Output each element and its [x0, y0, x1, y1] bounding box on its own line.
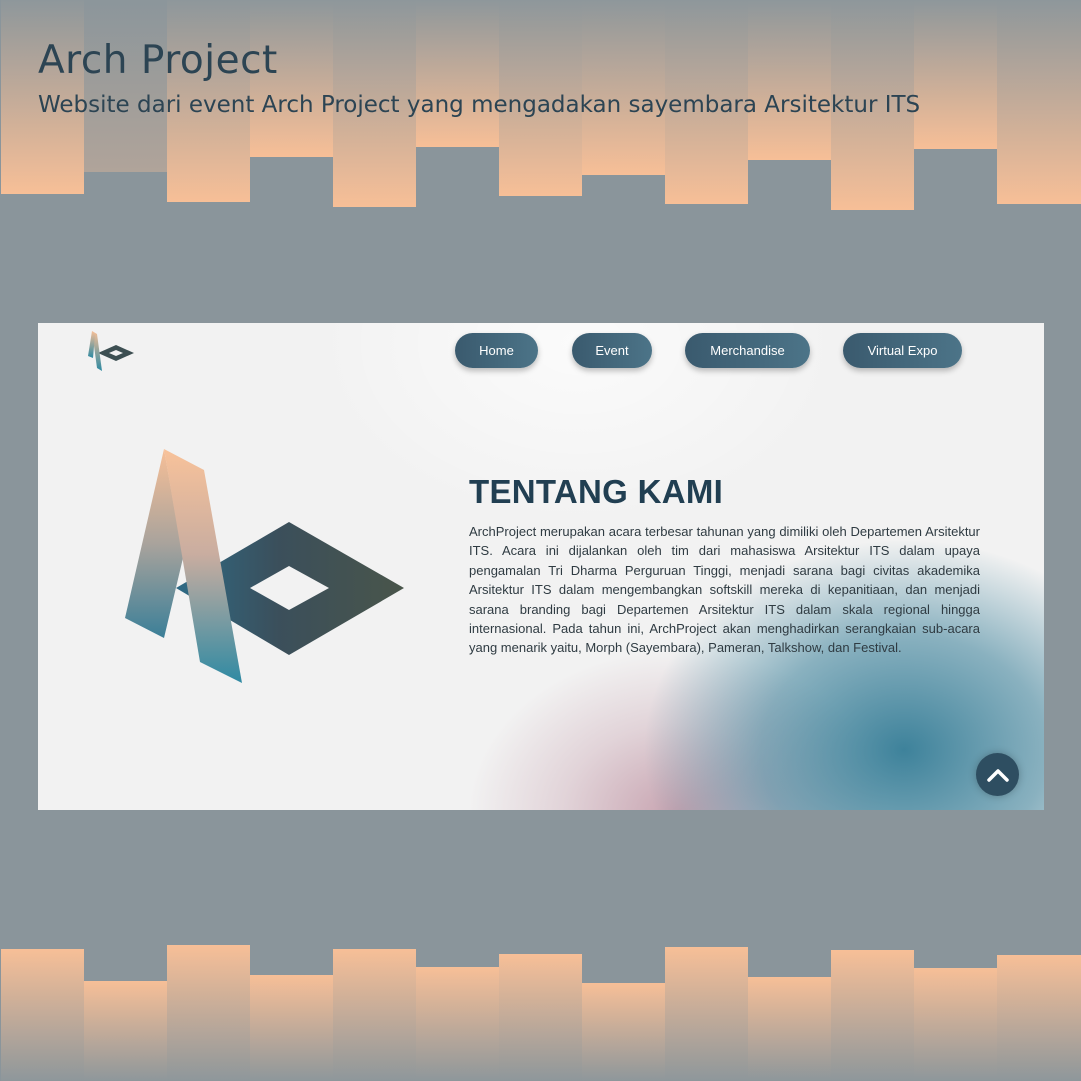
decor-bar	[582, 0, 665, 175]
decor-bar	[84, 0, 167, 172]
page-description: Website dari event Arch Project yang men…	[38, 92, 921, 118]
decor-bar	[748, 977, 831, 1081]
decor-bar	[499, 954, 582, 1081]
background-glow	[468, 650, 888, 810]
decor-bar	[250, 975, 333, 1081]
decor-bar	[333, 949, 416, 1081]
decor-bar	[831, 950, 914, 1081]
decor-bar	[582, 983, 665, 1081]
nav-event-button[interactable]: Event	[572, 333, 652, 368]
decor-bar	[416, 967, 499, 1081]
nav-merchandise-button[interactable]: Merchandise	[685, 333, 810, 368]
decor-bar	[1, 949, 84, 1081]
decor-bar	[84, 981, 167, 1081]
about-heading: TENTANG KAMI	[469, 473, 724, 510]
decor-bar	[914, 968, 997, 1081]
decor-bar	[997, 0, 1081, 204]
about-body-text: ArchProject merupakan acara terbesar tah…	[469, 524, 980, 656]
nav-home-button[interactable]: Home	[455, 333, 538, 368]
decor-bar	[997, 955, 1081, 1081]
website-preview: Home Event Merchandise Virtual Expo TENT…	[38, 323, 1044, 810]
decor-bar	[167, 945, 250, 1081]
chevron-up-icon	[986, 768, 1009, 782]
arch-project-logo-icon[interactable]	[84, 331, 136, 373]
decor-bar	[914, 0, 997, 149]
decor-bar	[416, 0, 499, 147]
nav-virtual-expo-button[interactable]: Virtual Expo	[843, 333, 962, 368]
decor-bar	[748, 0, 831, 160]
page-title: Arch Project	[38, 38, 278, 83]
decor-bar	[665, 947, 748, 1081]
arch-project-hero-logo	[125, 449, 404, 683]
scroll-to-top-button[interactable]	[976, 753, 1019, 796]
